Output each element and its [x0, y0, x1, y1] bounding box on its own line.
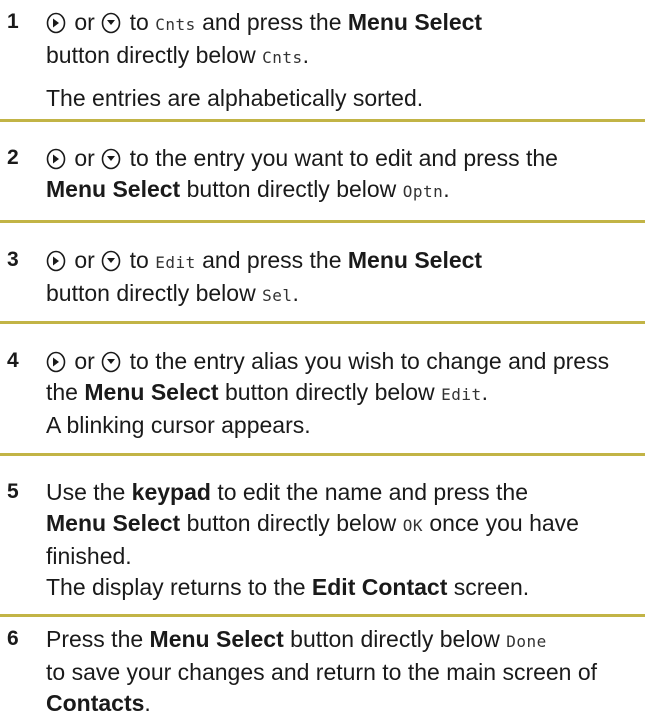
nav-down-icon — [101, 148, 121, 170]
text: button directly below — [186, 510, 397, 536]
nav-up-icon — [46, 148, 66, 170]
button-name: Menu Select — [347, 9, 483, 35]
step-instruction: Press the Menu Select button directly be… — [46, 624, 642, 719]
display-label: Edit — [441, 385, 482, 404]
text: to edit the name and press the — [217, 479, 529, 505]
text: to — [129, 9, 149, 35]
text: Press the — [46, 626, 144, 652]
nav-up-icon — [46, 12, 66, 34]
button-name: Menu Select — [46, 176, 181, 202]
button-name: Menu Select — [347, 247, 483, 273]
text: . — [302, 42, 309, 68]
step-number: 6 — [7, 627, 19, 650]
step-number: 5 — [7, 480, 19, 503]
text: to — [129, 247, 149, 273]
display-label: Sel — [262, 286, 293, 305]
step-divider — [0, 614, 645, 617]
text: and press the — [202, 9, 342, 35]
step-number: 2 — [7, 146, 19, 169]
step-instruction: or to the entry you want to edit and pre… — [46, 143, 642, 207]
display-label: Cnts — [262, 48, 303, 67]
text: to the entry you want to edit and press … — [129, 145, 558, 171]
step-content: or to the entry alias you wish to change… — [46, 346, 642, 441]
nav-up-icon — [46, 351, 66, 373]
text: . — [292, 280, 299, 306]
step-divider — [0, 119, 645, 122]
display-label: Cnts — [155, 15, 196, 34]
nav-up-icon — [46, 250, 66, 272]
button-name: Menu Select — [149, 626, 284, 652]
step-instruction: or to Cnts and press the Menu Select butt… — [46, 7, 642, 73]
display-label: Optn — [402, 182, 444, 201]
or-text: or — [74, 348, 95, 374]
nav-down-icon — [101, 351, 121, 373]
screen-name: Edit Contact — [311, 574, 448, 600]
text: screen. — [453, 574, 530, 600]
display-label: Edit — [155, 253, 196, 272]
text: . — [481, 379, 488, 405]
text: button directly below — [224, 379, 435, 405]
step-number: 3 — [7, 248, 19, 271]
step-divider — [0, 321, 645, 324]
text: and press the — [202, 247, 342, 273]
step-content: Press the Menu Select button directly be… — [46, 624, 642, 719]
text: button directly below — [186, 176, 397, 202]
text: button directly below — [46, 42, 256, 68]
text: . — [443, 176, 450, 202]
button-name: Menu Select — [46, 510, 181, 536]
step-number: 4 — [7, 349, 19, 372]
text: The display returns to the — [46, 574, 306, 600]
nav-down-icon — [101, 12, 121, 34]
text: button directly below — [46, 280, 256, 306]
or-text: or — [74, 145, 95, 171]
step-instruction: Use the keypad to edit the name and pres… — [46, 477, 642, 603]
step-content: or to the entry you want to edit and pre… — [46, 143, 642, 207]
nav-down-icon — [101, 250, 121, 272]
step-instruction: or to the entry alias you wish to change… — [46, 346, 642, 441]
step-divider — [0, 220, 645, 223]
or-text: or — [74, 247, 95, 273]
step-note: The entries are alphabetically sorted. — [46, 85, 424, 111]
display-label: Done — [506, 632, 547, 651]
or-text: or — [74, 9, 95, 35]
app-name: Contacts — [46, 690, 145, 716]
text: . — [144, 690, 151, 716]
step-content: or to Cnts and press the Menu Select butt… — [46, 7, 642, 114]
step-content: Use the keypad to edit the name and pres… — [46, 477, 642, 603]
step-instruction: or to Edit and press the Menu Select butt… — [46, 245, 642, 311]
step-number: 1 — [7, 10, 19, 33]
text: to save your changes and return to the m… — [46, 659, 598, 685]
step-content: or to Edit and press the Menu Select butt… — [46, 245, 642, 311]
text: Use the — [46, 479, 126, 505]
text: A blinking cursor appears. — [46, 412, 311, 438]
step-divider — [0, 453, 645, 456]
keypad-name: keypad — [131, 479, 211, 505]
text: button directly below — [290, 626, 500, 652]
display-label: OK — [402, 516, 423, 535]
button-name: Menu Select — [84, 379, 219, 405]
